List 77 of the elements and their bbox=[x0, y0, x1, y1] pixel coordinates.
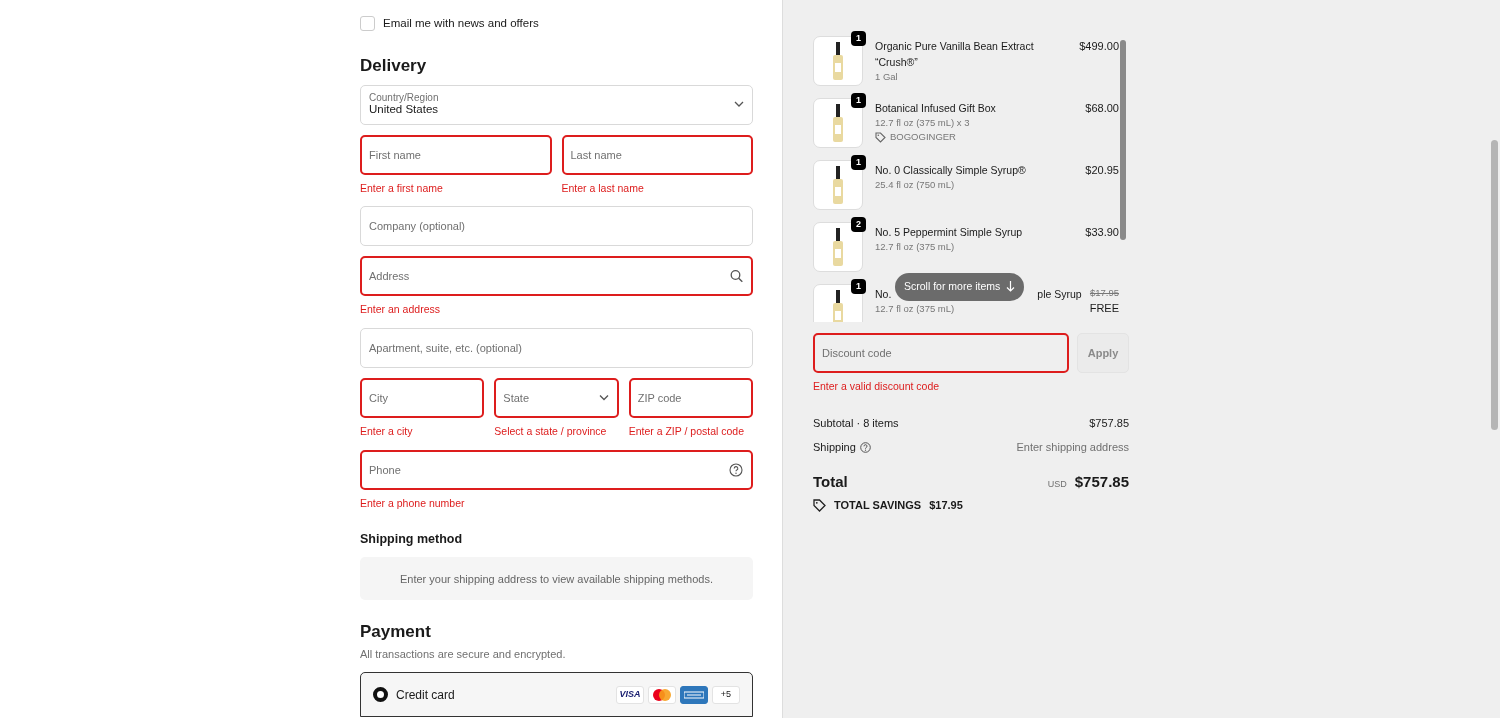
help-icon bbox=[729, 462, 743, 477]
chevron-down-icon bbox=[598, 394, 609, 402]
shipping-notice: Enter your shipping address to view available shipping methods. bbox=[360, 557, 753, 601]
product-name: Organic Pure Vanilla Bean Extract “Crush®” bbox=[875, 39, 1035, 70]
product-variant: 12.7 fl oz (375 mL) bbox=[875, 302, 956, 316]
error-message: Enter a last name bbox=[561, 180, 645, 196]
arrow-down-icon bbox=[1006, 281, 1016, 293]
bottle-drawing bbox=[831, 41, 845, 81]
help-icon bbox=[859, 442, 871, 453]
quantity-badge: 1 bbox=[851, 31, 866, 46]
product-price: $20.95 bbox=[1085, 163, 1119, 178]
tag-icon bbox=[875, 131, 886, 143]
input-field[interactable]: Address bbox=[360, 256, 753, 297]
input-field[interactable]: Last name bbox=[561, 134, 753, 175]
product-variant: 12.7 fl oz (375 mL) x 3 bbox=[875, 116, 971, 130]
error-message: Enter a phone number bbox=[360, 495, 466, 511]
bottle-drawing bbox=[831, 165, 845, 205]
scrollbar[interactable] bbox=[1491, 140, 1498, 430]
savings-value: $17.95 bbox=[929, 498, 963, 514]
product-name: Botanical Infused Gift Box bbox=[875, 101, 996, 116]
input-field[interactable]: ZIP code bbox=[628, 378, 753, 419]
summary-label: Subtotal · 8 items bbox=[813, 415, 899, 431]
section-heading: Delivery bbox=[360, 56, 428, 77]
product-price: $33.90 bbox=[1085, 225, 1119, 240]
bottle-drawing bbox=[831, 227, 845, 267]
total-value: $757.85 bbox=[1074, 471, 1129, 492]
select-field[interactable]: State bbox=[494, 378, 619, 419]
input-field[interactable]: First name bbox=[360, 134, 552, 175]
currency-code: USD bbox=[1047, 477, 1067, 491]
more-brands-count: +5 bbox=[712, 685, 740, 704]
savings-label: TOTAL SAVINGS bbox=[834, 498, 922, 514]
product-name: No. 0 Classically Simple Syrup® bbox=[875, 163, 1026, 178]
product-price: FREE bbox=[1089, 301, 1119, 317]
product-price: $68.00 bbox=[1085, 101, 1119, 116]
product-price: $499.00 bbox=[1079, 39, 1119, 54]
product-name: No. bbox=[875, 287, 892, 302]
product-name: ple Syrup bbox=[1037, 287, 1082, 302]
original-price: $17.95 bbox=[1089, 286, 1119, 300]
chevron-down-icon bbox=[734, 101, 744, 109]
input-field[interactable]: City bbox=[360, 378, 485, 419]
checkbox-label[interactable]: Email me with news and offers bbox=[383, 15, 539, 33]
striped-logo-icon bbox=[684, 690, 704, 699]
tag-icon bbox=[813, 499, 826, 512]
error-message: Enter a city bbox=[360, 424, 414, 440]
discount-tag: BOGOGINGER bbox=[890, 130, 956, 145]
error-message: Enter a valid discount code bbox=[813, 379, 941, 394]
bottle-drawing bbox=[831, 103, 845, 143]
error-message: Enter a first name bbox=[360, 180, 444, 196]
section-heading: Payment bbox=[360, 622, 432, 643]
section-subheading: Shipping method bbox=[360, 530, 464, 548]
error-message: Select a state / province bbox=[494, 424, 608, 440]
checkbox[interactable] bbox=[360, 16, 375, 32]
section-subtitle: All transactions are secure and encrypted. bbox=[360, 646, 567, 662]
quantity-badge: 2 bbox=[851, 217, 866, 232]
quantity-badge: 1 bbox=[851, 155, 866, 170]
quantity-badge: 1 bbox=[851, 279, 866, 294]
search-icon bbox=[730, 269, 743, 283]
input-field[interactable]: Phone bbox=[360, 449, 753, 490]
card-brand-logo: VISA bbox=[616, 685, 644, 704]
scrollbar[interactable] bbox=[1120, 40, 1126, 240]
summary-label: Shipping bbox=[813, 440, 856, 456]
input-field[interactable]: Discount code bbox=[813, 333, 1069, 373]
product-variant: 1 Gal bbox=[875, 70, 899, 84]
total-label: Total bbox=[813, 471, 848, 492]
radio-button[interactable] bbox=[373, 687, 388, 703]
scroll-hint[interactable]: Scroll for more items bbox=[895, 273, 1025, 301]
product-name: No. 5 Peppermint Simple Syrup bbox=[875, 225, 1023, 240]
summary-value: Enter shipping address bbox=[1016, 440, 1129, 456]
select-field[interactable]: Country/Region United States bbox=[360, 84, 753, 125]
summary-value: $757.85 bbox=[1089, 415, 1129, 431]
error-message: Enter an address bbox=[360, 302, 441, 318]
quantity-badge: 1 bbox=[851, 93, 866, 108]
overlapping-circles-icon bbox=[652, 688, 672, 701]
error-message: Enter a ZIP / postal code bbox=[628, 424, 746, 440]
product-variant: 25.4 fl oz (750 mL) bbox=[875, 178, 956, 192]
product-variant: 12.7 fl oz (375 mL) bbox=[875, 240, 956, 254]
payment-option-label[interactable]: Credit card bbox=[396, 685, 455, 704]
